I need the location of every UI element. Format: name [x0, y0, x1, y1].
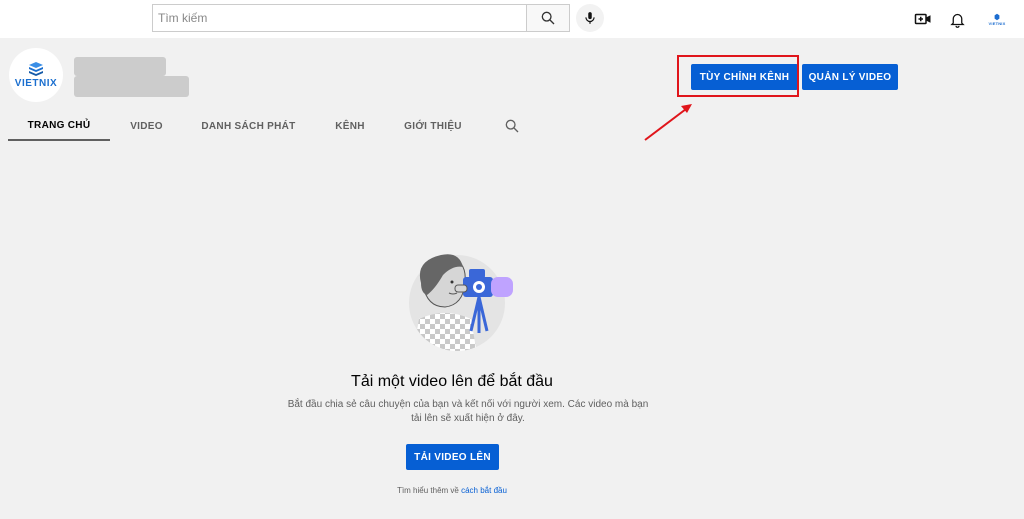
- tab-videos[interactable]: VIDEO: [119, 112, 174, 141]
- empty-state-title: Tải một video lên để bắt đầu: [351, 373, 553, 390]
- mic-icon: [585, 12, 595, 24]
- account-avatar-text: VIETNIX: [988, 20, 1006, 26]
- vietnix-logo-icon: [994, 13, 1000, 20]
- channel-avatar-text: VIETNIX: [14, 78, 58, 89]
- main-content: Tải một video lên để bắt đầu Bắt đầu chi…: [0, 144, 1024, 519]
- learn-more-link[interactable]: cách bắt đầu: [461, 486, 507, 495]
- tab-playlists[interactable]: DANH SÁCH PHÁT: [193, 112, 304, 141]
- channel-avatar[interactable]: VIETNIX: [9, 48, 63, 102]
- notifications-button[interactable]: [947, 9, 967, 29]
- tab-home[interactable]: TRANG CHỦ: [8, 112, 110, 141]
- camera-person-illustration: [409, 254, 513, 351]
- tab-channels[interactable]: KÊNH: [324, 112, 376, 141]
- top-bar: VIETNIX: [0, 0, 1024, 38]
- voice-search-button[interactable]: [576, 4, 604, 32]
- video-create-icon: [914, 13, 931, 25]
- vietnix-logo-icon: [29, 62, 43, 76]
- manage-videos-button[interactable]: QUẢN LÝ VIDEO: [802, 64, 898, 90]
- bell-icon: [949, 13, 965, 28]
- annotation-arrow: [644, 104, 692, 141]
- tab-about[interactable]: GIỚI THIỆU: [396, 112, 470, 141]
- empty-state-description: Bắt đầu chia sẻ câu chuyện của bạn và kế…: [287, 399, 649, 424]
- channel-subscribers-redacted: [74, 76, 189, 97]
- learn-more-prefix: Tìm hiểu thêm về: [397, 486, 459, 495]
- search-bar: [152, 4, 604, 32]
- channel-name-redacted: [74, 57, 166, 76]
- upload-video-button[interactable]: TẢI VIDEO LÊN: [406, 444, 499, 470]
- learn-more-text: Tìm hiểu thêm về cách bắt đầu: [0, 486, 904, 495]
- search-button[interactable]: [526, 4, 570, 32]
- search-input[interactable]: [152, 4, 526, 32]
- channel-header: VIETNIX TÙY CHỈNH KÊNH QUẢN LÝ VIDEO TRA…: [0, 38, 1024, 144]
- create-video-button[interactable]: [913, 9, 933, 29]
- account-avatar[interactable]: VIETNIX: [986, 9, 1008, 29]
- search-icon: [541, 11, 555, 25]
- channel-search-icon[interactable]: [504, 118, 520, 134]
